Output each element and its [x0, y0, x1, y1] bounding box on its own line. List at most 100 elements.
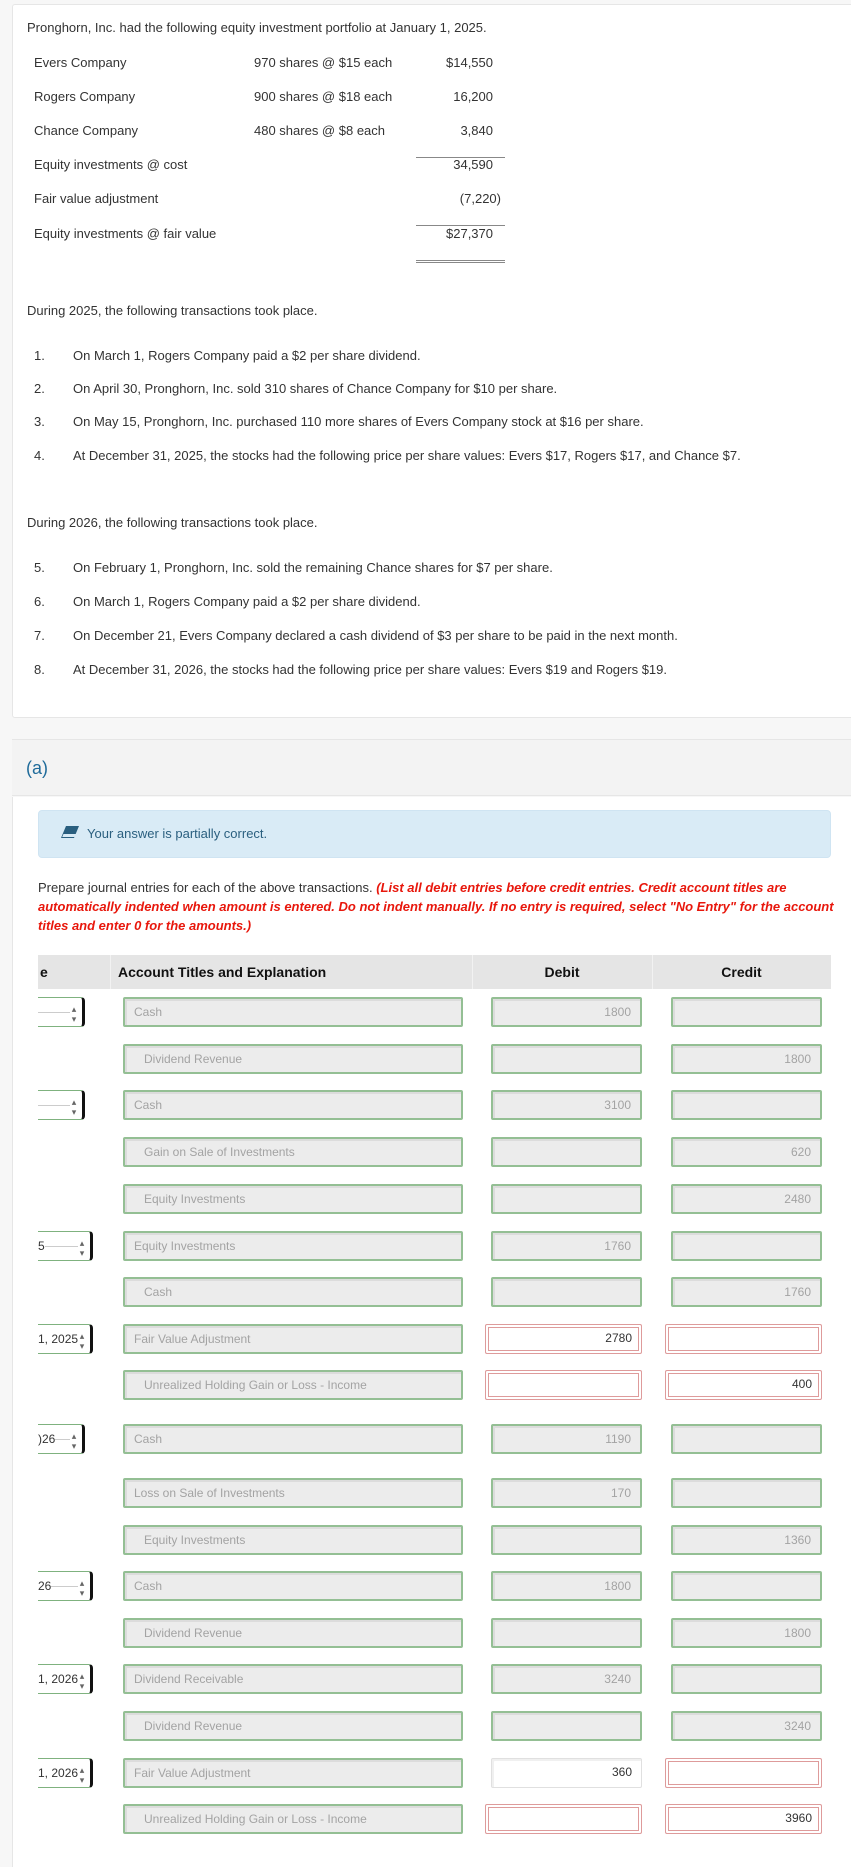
debit-input[interactable] [491, 1137, 642, 1167]
credit-input[interactable]: 2480 [671, 1184, 822, 1214]
date-select[interactable]: ▴▾ [38, 1090, 85, 1120]
feedback-message: Your answer is partially correct. [87, 826, 268, 841]
credit-input[interactable]: 1760 [671, 1277, 822, 1307]
account-title-input[interactable]: Cash [123, 1277, 463, 1307]
credit-input[interactable] [671, 1424, 822, 1454]
credit-input[interactable]: 400 [665, 1370, 822, 1400]
credit-input[interactable]: 3240 [671, 1711, 822, 1741]
debit-input[interactable]: 1800 [491, 1571, 642, 1601]
date-select[interactable]: )26 ▴▾ [38, 1424, 85, 1454]
item-text: On February 1, Pronghorn, Inc. sold the … [73, 560, 553, 575]
item-number: 7. [34, 628, 45, 643]
header-separator [110, 955, 111, 989]
account-title-input[interactable]: Loss on Sale of Investments [123, 1478, 463, 1508]
credit-input[interactable] [665, 1758, 822, 1788]
portfolio-name: Evers Company [34, 55, 127, 70]
account-title-input[interactable]: Unrealized Holding Gain or Loss - Income [123, 1804, 463, 1834]
account-title-input[interactable]: Cash [123, 1090, 463, 1120]
date-value: 1, 2026 [38, 1759, 79, 1787]
select-divider [38, 1012, 70, 1013]
debit-input[interactable]: 3100 [491, 1090, 642, 1120]
select-arrows-icon: ▴▾ [78, 1672, 88, 1692]
credit-input[interactable]: 1360 [671, 1525, 822, 1555]
account-title-input[interactable]: Cash [123, 997, 463, 1027]
credit-input[interactable] [671, 1231, 822, 1261]
debit-input[interactable] [491, 1044, 642, 1074]
account-title-input[interactable]: Equity Investments [123, 1184, 463, 1214]
date-select[interactable]: 1, 2026 ▴▾ [38, 1758, 93, 1788]
account-title-input[interactable]: Equity Investments [123, 1525, 463, 1555]
portfolio-amount: 16,200 [453, 89, 493, 104]
debit-input[interactable]: 170 [491, 1478, 642, 1508]
date-select[interactable]: 1, 2025 ▴▾ [38, 1324, 93, 1354]
debit-input[interactable]: 1760 [491, 1231, 642, 1261]
header-account: Account Titles and Explanation [118, 964, 327, 980]
problem-card: Pronghorn, Inc. had the following equity… [12, 4, 851, 718]
year1-heading: During 2025, the following transactions … [27, 303, 318, 318]
date-select[interactable]: ▴▾ [38, 997, 85, 1027]
portfolio-amount: 34,590 [453, 157, 493, 172]
credit-input[interactable]: 3960 [665, 1804, 822, 1834]
date-value: 5 [38, 1232, 45, 1260]
portfolio-shares: 970 shares @ $15 each [254, 55, 393, 70]
account-title-input[interactable]: Gain on Sale of Investments [123, 1137, 463, 1167]
date-select[interactable]: 1, 2026 ▴▾ [38, 1664, 93, 1694]
part-label: (a) [26, 758, 48, 778]
account-title-input[interactable]: Equity Investments [123, 1231, 463, 1261]
debit-input[interactable] [485, 1804, 642, 1834]
account-title-input[interactable]: Dividend Revenue [123, 1711, 463, 1741]
debit-input[interactable] [491, 1618, 642, 1648]
debit-input[interactable]: 360 [491, 1758, 642, 1788]
credit-input[interactable] [671, 1090, 822, 1120]
select-arrows-icon: ▴▾ [70, 1098, 80, 1118]
item-text: On March 1, Rogers Company paid a $2 per… [73, 348, 421, 363]
credit-input[interactable] [665, 1324, 822, 1354]
item-number: 5. [34, 560, 45, 575]
credit-input[interactable] [671, 1664, 822, 1694]
debit-input[interactable] [485, 1370, 642, 1400]
debit-input[interactable] [491, 1277, 642, 1307]
item-text: On December 21, Evers Company declared a… [73, 628, 678, 643]
account-title-input[interactable]: Dividend Revenue [123, 1044, 463, 1074]
account-title-input[interactable]: Dividend Revenue [123, 1618, 463, 1648]
select-arrows-icon: ▴▾ [78, 1332, 88, 1352]
credit-input[interactable]: 620 [671, 1137, 822, 1167]
select-divider [38, 1105, 70, 1106]
debit-input[interactable] [491, 1711, 642, 1741]
part-a-header: (a) [12, 739, 851, 796]
select-arrows-icon: ▴▾ [70, 1005, 80, 1025]
debit-input[interactable] [491, 1525, 642, 1555]
debit-input[interactable]: 1190 [491, 1424, 642, 1454]
account-title-input[interactable]: Dividend Receivable [123, 1664, 463, 1694]
header-debit: Debit [544, 964, 580, 980]
account-title-input[interactable]: Fair Value Adjustment [123, 1324, 463, 1354]
date-select[interactable]: 26 ▴▾ [38, 1571, 93, 1601]
item-number: 6. [34, 594, 45, 609]
debit-input[interactable]: 2780 [485, 1324, 642, 1354]
select-arrows-icon: ▴▾ [70, 1432, 80, 1452]
item-text: At December 31, 2025, the stocks had the… [73, 448, 741, 463]
credit-input[interactable] [671, 997, 822, 1027]
journal-table-header: e Account Titles and Explanation Debit C… [38, 955, 831, 989]
account-title-input[interactable]: Cash [123, 1571, 463, 1601]
debit-input[interactable] [491, 1184, 642, 1214]
account-title-input[interactable]: Unrealized Holding Gain or Loss - Income [123, 1370, 463, 1400]
account-title-input[interactable]: Fair Value Adjustment [123, 1758, 463, 1788]
credit-input[interactable]: 1800 [671, 1044, 822, 1074]
account-title-input[interactable]: Cash [123, 1424, 463, 1454]
item-number: 2. [34, 381, 45, 396]
date-select[interactable]: 5 ▴▾ [38, 1231, 93, 1261]
item-text: On April 30, Pronghorn, Inc. sold 310 sh… [73, 381, 558, 396]
portfolio-name: Equity investments @ fair value [34, 226, 217, 241]
portfolio-name: Equity investments @ cost [34, 157, 188, 172]
date-value: 1, 2025 [38, 1325, 79, 1353]
debit-input[interactable]: 1800 [491, 997, 642, 1027]
credit-input[interactable] [671, 1571, 822, 1601]
portfolio-amount: $14,550 [446, 55, 493, 70]
instructions-text: Prepare journal entries for each of the … [38, 880, 377, 895]
credit-input[interactable]: 1800 [671, 1618, 822, 1648]
feedback-banner: Your answer is partially correct. [38, 810, 831, 858]
credit-input[interactable] [671, 1478, 822, 1508]
debit-input[interactable]: 3240 [491, 1664, 642, 1694]
item-number: 8. [34, 662, 45, 677]
